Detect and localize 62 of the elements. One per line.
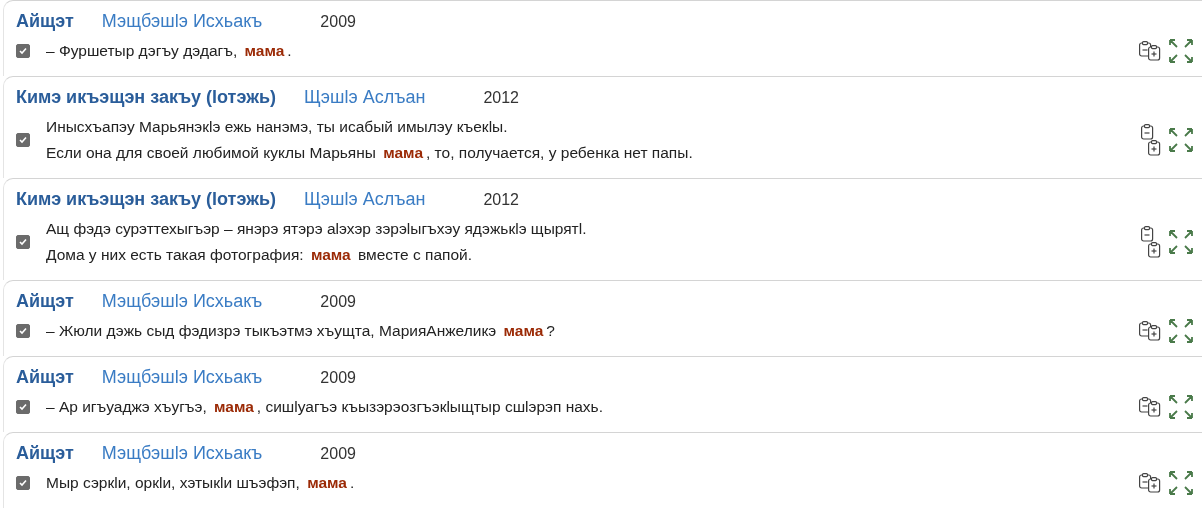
work-title-link[interactable]: Айщэт (16, 367, 74, 388)
checkbox[interactable] (16, 44, 30, 58)
clipboard-icon (1138, 320, 1162, 342)
year-text: 2012 (483, 191, 519, 209)
year-text: 2009 (320, 293, 356, 311)
work-title-link[interactable]: Кимэ икъэщэн закъу (lотэжь) (16, 87, 276, 108)
author-link[interactable]: Мэщбэшlэ Исхьакъ (101, 367, 263, 388)
work-title-link[interactable]: Кимэ икъэщэн закъу (lотэжь) (16, 189, 276, 210)
expand-icon (1168, 127, 1194, 153)
example-sentence: Мыр сэркlи, оркlи, хэтыкlи шъэфэп, мама. (46, 474, 356, 492)
expand-icon (1168, 38, 1194, 64)
check-icon (18, 402, 28, 412)
example-sentence: Если она для своей любимой куклы Марьяны мама, то, получается, у ребенка нет папы. (46, 144, 694, 162)
year-text: 2009 (320, 445, 356, 463)
clipboard-icon (1140, 225, 1162, 259)
expand-button[interactable] (1168, 127, 1194, 153)
author-link[interactable]: Щэшlэ Аслъан (303, 87, 426, 108)
check-icon (18, 46, 28, 56)
checkbox[interactable] (16, 476, 30, 490)
author-link[interactable]: Щэшlэ Аслъан (303, 189, 426, 210)
checkbox[interactable] (16, 235, 30, 249)
copy-clipboard-button[interactable] (1138, 396, 1162, 418)
year-text: 2012 (483, 89, 519, 107)
expand-button[interactable] (1168, 470, 1194, 496)
example-sentence: – Фуршетыр дэгъу дэдагъ, мама. (46, 42, 293, 60)
clipboard-icon (1138, 396, 1162, 418)
author-link[interactable]: Мэщбэшlэ Исхьакъ (101, 291, 263, 312)
year-text: 2009 (320, 13, 356, 31)
copy-clipboard-button[interactable] (1138, 472, 1162, 494)
copy-clipboard-button[interactable] (1140, 123, 1162, 157)
example-sentence: Инысхъапэу Марьянэкlэ ежь нанэмэ, ты исабый имылэу къекlы. (46, 118, 509, 136)
copy-clipboard-button[interactable] (1138, 320, 1162, 342)
clipboard-icon (1138, 472, 1162, 494)
expand-button[interactable] (1168, 38, 1194, 64)
work-title-link[interactable]: Айщэт (16, 291, 74, 312)
check-icon (18, 478, 28, 488)
expand-button[interactable] (1168, 318, 1194, 344)
checkbox[interactable] (16, 133, 30, 147)
work-title-link[interactable]: Айщэт (16, 11, 74, 32)
author-link[interactable]: Мэщбэшlэ Исхьакъ (101, 11, 263, 32)
expand-icon (1168, 229, 1194, 255)
expand-icon (1168, 394, 1194, 420)
expand-button[interactable] (1168, 229, 1194, 255)
copy-clipboard-button[interactable] (1140, 225, 1162, 259)
example-sentence: Ащ фэдэ сурэттехыгъэр – янэрэ ятэрэ аlэхэр зэрэlыгъхэу ядэжькlэ щырятl. (46, 220, 588, 238)
work-title-link[interactable]: Айщэт (16, 443, 74, 464)
example-sentence: – Ар игъуаджэ хъугъэ, мама, сишlуагъэ къызэрэозгъэкlыщтыр сшlэрэп нахь. (46, 398, 604, 416)
expand-icon (1168, 470, 1194, 496)
example-sentence: – Жюли дэжь сыд фэдизрэ тыкъэтмэ хъущта, МарияАнжеликэ мама? (46, 322, 556, 340)
clipboard-icon (1138, 40, 1162, 62)
check-icon (18, 135, 28, 145)
expand-button[interactable] (1168, 394, 1194, 420)
expand-icon (1168, 318, 1194, 344)
check-icon (18, 326, 28, 336)
clipboard-icon (1140, 123, 1162, 157)
checkbox[interactable] (16, 324, 30, 338)
copy-clipboard-button[interactable] (1138, 40, 1162, 62)
checkbox[interactable] (16, 400, 30, 414)
author-link[interactable]: Мэщбэшlэ Исхьакъ (101, 443, 263, 464)
example-sentence: Дома у них есть такая фотография: мама вместе с папой. (46, 246, 473, 264)
check-icon (18, 237, 28, 247)
year-text: 2009 (320, 369, 356, 387)
